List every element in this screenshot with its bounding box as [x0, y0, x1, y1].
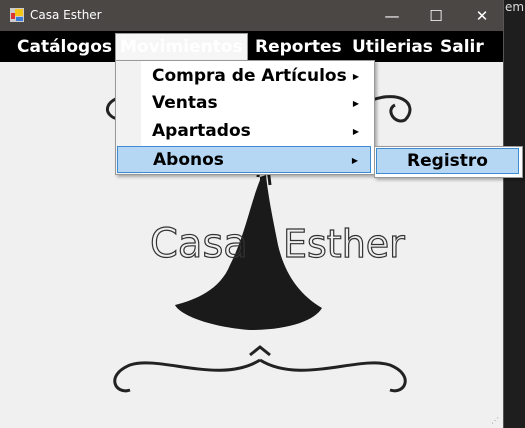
menu-utilerias[interactable]: Utilerias	[352, 34, 433, 60]
menu-item-apartados[interactable]: Apartados ▶	[117, 118, 371, 145]
menu-bar: Catálogos Movimientos Reportes Utilerias…	[0, 31, 503, 62]
menu-reportes[interactable]: Reportes	[255, 34, 342, 60]
bottom-flourish	[113, 358, 407, 393]
menu-item-label: Abonos	[153, 150, 224, 170]
menu-item-label: Apartados	[152, 121, 251, 141]
minimize-button[interactable]: —	[369, 0, 415, 31]
menu-item-abonos[interactable]: Abonos ▶	[117, 146, 371, 173]
logo-text-casa: Casa	[150, 221, 248, 267]
logo-text-esther: Esther	[283, 222, 405, 266]
abonos-submenu: Registro	[374, 146, 523, 178]
resize-grip[interactable]: ⋰	[491, 416, 499, 425]
menu-item-label: Compra de Artículos	[152, 66, 347, 86]
menu-catalogos[interactable]: Catálogos	[17, 34, 112, 60]
menu-item-label: Ventas	[152, 93, 218, 113]
maximize-button[interactable]: ☐	[413, 0, 459, 31]
app-icon	[10, 8, 24, 22]
submenu-arrow-icon: ▶	[352, 72, 359, 81]
menu-item-ventas[interactable]: Ventas ▶	[117, 90, 371, 117]
background-window-text: em	[505, 0, 525, 14]
submenu-arrow-icon: ▶	[352, 99, 359, 108]
window-title: Casa Esther	[30, 8, 102, 22]
submenu-arrow-icon: ▶	[352, 127, 359, 136]
menu-item-registro[interactable]: Registro	[376, 148, 519, 174]
menu-item-compra[interactable]: Compra de Artículos ▶	[117, 63, 371, 90]
title-bar[interactable]: Casa Esther — ☐ ✕	[0, 0, 503, 31]
submenu-arrow-icon: ▶	[351, 156, 358, 165]
menu-salir[interactable]: Salir	[440, 34, 484, 60]
menu-movimientos[interactable]: Movimientos	[115, 33, 248, 62]
movimientos-dropdown: Compra de Artículos ▶ Ventas ▶ Apartados ▶ …	[115, 60, 375, 175]
close-button[interactable]: ✕	[459, 0, 505, 31]
